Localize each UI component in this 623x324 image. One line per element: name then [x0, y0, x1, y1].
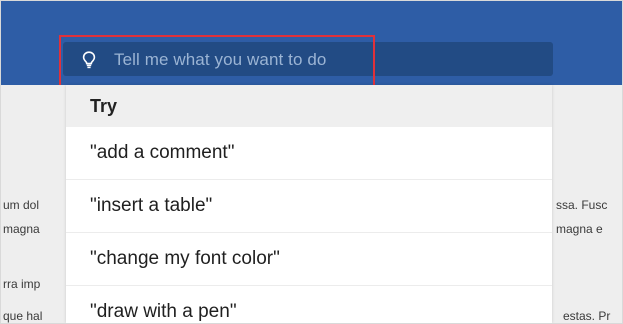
tell-me-placeholder[interactable]: Tell me what you want to do	[114, 50, 326, 70]
document-text-right: ssa. Fusc	[556, 198, 608, 212]
document-text-left: que hal	[3, 309, 43, 323]
document-text-right: estas. Pr	[563, 309, 611, 323]
suggestion-change-font-color[interactable]: "change my font color"	[66, 233, 552, 286]
document-text-left: um dol	[3, 198, 40, 212]
suggestion-draw-with-pen[interactable]: "draw with a pen"	[66, 286, 552, 323]
suggestion-add-comment[interactable]: "add a comment"	[66, 127, 552, 180]
suggestion-insert-table[interactable]: "insert a table"	[66, 180, 552, 233]
document-text-left: rra imp	[3, 277, 41, 291]
suggestions-header: Try	[66, 85, 552, 127]
lightbulb-icon	[82, 51, 96, 69]
document-text-right: magna e	[556, 222, 603, 236]
app-window: Tell me what you want to do um dol magna…	[0, 0, 623, 324]
document-text-left: magna	[3, 222, 40, 236]
tell-me-suggestions-dropdown: Try "add a comment" "insert a table" "ch…	[66, 85, 552, 323]
